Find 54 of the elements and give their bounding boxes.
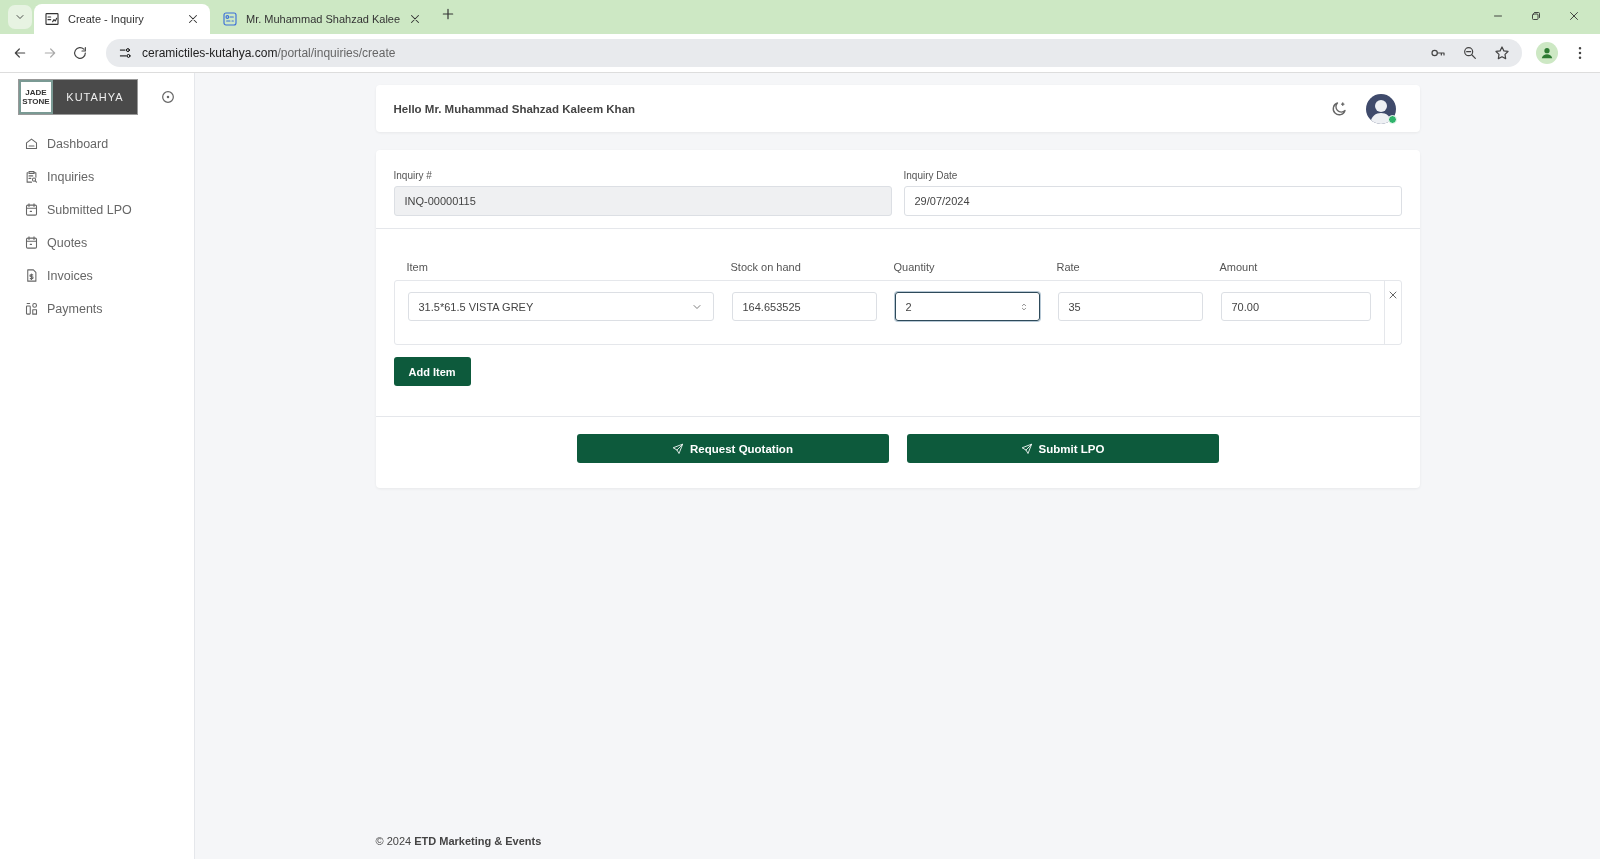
reload-icon[interactable] bbox=[72, 45, 88, 61]
column-header: Item bbox=[406, 261, 429, 273]
tab-title: Create - Inquiry bbox=[68, 13, 145, 25]
page-icon bbox=[44, 11, 60, 27]
site-settings-icon bbox=[118, 46, 132, 60]
sidebar-item[interactable]: Submitted LPO bbox=[0, 193, 194, 226]
input-field[interactable]: 164.653525 bbox=[731, 292, 877, 321]
star-icon[interactable] bbox=[1494, 45, 1510, 61]
logo-text: KUTAHYA bbox=[65, 90, 125, 105]
tab-title: Mr. Muhammad Shahzad Kalee bbox=[246, 13, 401, 25]
sidebar-item[interactable]: Quotes bbox=[0, 226, 194, 259]
sidebar-item[interactable]: Inquiries bbox=[0, 160, 194, 193]
document-icon bbox=[24, 268, 39, 283]
address-bar[interactable]: ceramictiles-kutahya.com/portal/inquiries/create bbox=[106, 39, 1522, 67]
footer-text: © 2024 ETD Marketing & Events bbox=[375, 835, 543, 849]
grid-icon bbox=[222, 11, 238, 27]
clipboard-icon bbox=[24, 169, 39, 184]
sidebar-toggle-icon[interactable] bbox=[160, 89, 176, 105]
browser-tab[interactable]: Mr. Muhammad Shahzad Kalee bbox=[212, 4, 433, 34]
input-field: INQ-00000115 bbox=[393, 186, 892, 216]
calendar-icon bbox=[24, 235, 39, 250]
close-icon[interactable] bbox=[1568, 10, 1580, 22]
column-header: Rate bbox=[1056, 261, 1081, 273]
column-header: Quantity bbox=[893, 261, 936, 273]
input-field[interactable]: 35 bbox=[1057, 292, 1203, 321]
quantity-field[interactable]: 2 bbox=[894, 292, 1040, 321]
input-field[interactable]: 70.00 bbox=[1220, 292, 1371, 321]
field-label: Inquiry Date bbox=[903, 170, 959, 181]
home-icon bbox=[24, 136, 39, 151]
close-icon[interactable] bbox=[186, 12, 200, 26]
back-icon[interactable] bbox=[12, 45, 28, 61]
sidebar-item[interactable]: Dashboard bbox=[0, 127, 194, 160]
restore-icon[interactable] bbox=[1530, 10, 1542, 22]
person-icon bbox=[1540, 46, 1554, 60]
input-field[interactable]: 29/07/2024 bbox=[903, 186, 1402, 216]
item-select[interactable]: 31.5*61.5 VISTA GREY bbox=[407, 292, 714, 321]
send-icon bbox=[672, 442, 685, 455]
browser-tab[interactable]: Create - Inquiry bbox=[34, 4, 210, 34]
profile-button[interactable] bbox=[1536, 42, 1558, 64]
calendar-icon bbox=[24, 202, 39, 217]
logo-text: JADE STONE bbox=[19, 80, 53, 114]
column-header: Amount bbox=[1219, 261, 1259, 273]
add-item-button[interactable]: Add Item bbox=[393, 357, 471, 386]
action-button[interactable]: Request Quotation bbox=[576, 434, 889, 463]
payments-icon bbox=[24, 301, 39, 316]
column-header: Stock on hand bbox=[730, 261, 802, 273]
sidebar-item[interactable]: Payments bbox=[0, 292, 194, 325]
action-button[interactable]: Submit LPO bbox=[906, 434, 1219, 463]
greeting-text: Hello Mr. Muhammad Shahzad Kaleem Khan bbox=[393, 102, 637, 115]
avatar[interactable] bbox=[1365, 93, 1396, 124]
sidebar-item[interactable]: Invoices bbox=[0, 259, 194, 292]
send-icon bbox=[1020, 442, 1033, 455]
zoom-icon[interactable] bbox=[1462, 45, 1478, 61]
field-label: Inquiry # bbox=[393, 170, 433, 181]
